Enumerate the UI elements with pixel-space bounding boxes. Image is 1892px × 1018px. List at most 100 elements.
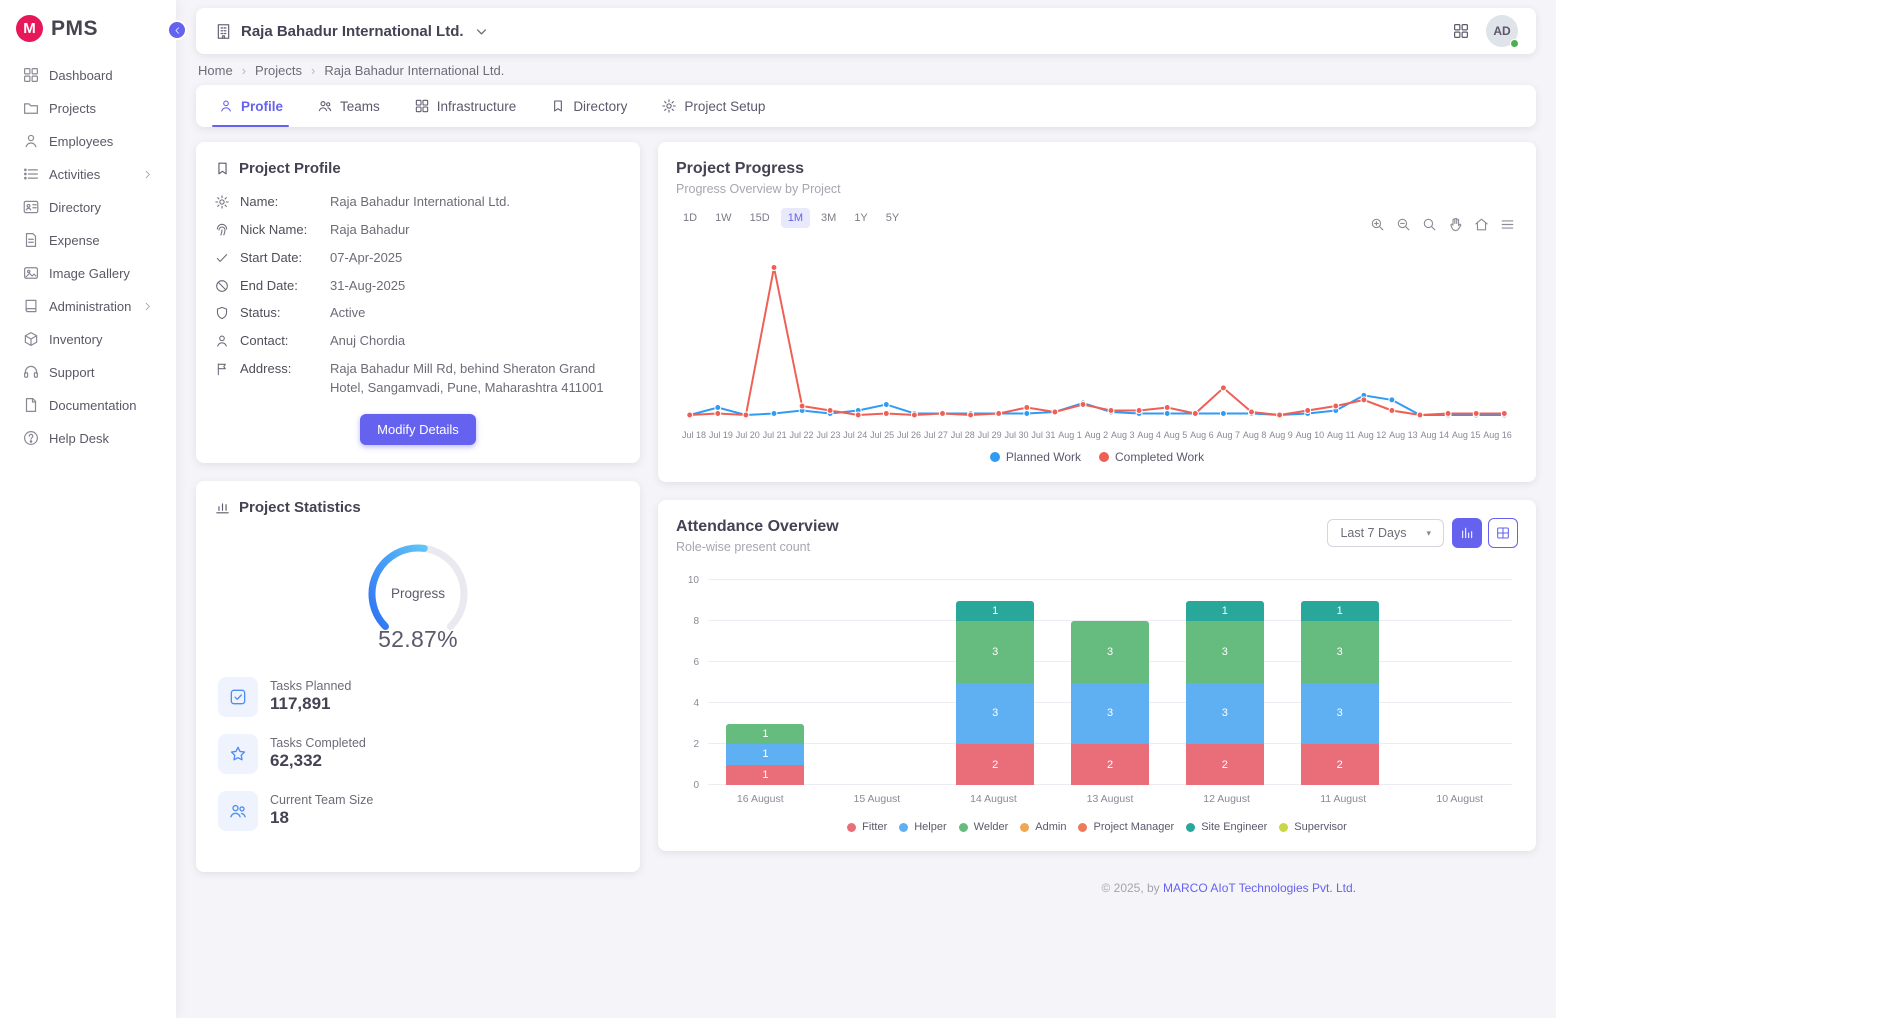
- directory-icon: [22, 198, 40, 216]
- field-value: Raja Bahadur International Ltd.: [330, 193, 510, 212]
- legend-fitter[interactable]: Fitter: [847, 821, 887, 833]
- bar-segment-fitter: 1: [726, 765, 804, 786]
- legend-label: Welder: [974, 821, 1009, 833]
- period-select[interactable]: Last 7 Days ▾: [1327, 519, 1444, 547]
- legend-project-manager[interactable]: Project Manager: [1078, 821, 1174, 833]
- attendance-card-subtitle: Role-wise present count: [676, 540, 839, 554]
- field-value: Raja Bahadur Mill Rd, behind Sheraton Gr…: [330, 360, 622, 398]
- apps-icon[interactable]: [1452, 22, 1470, 40]
- range-1w[interactable]: 1W: [708, 208, 739, 228]
- legend-dot: [1279, 823, 1288, 832]
- bar-15-august[interactable]: [823, 580, 938, 785]
- sidebar-item-activities[interactable]: Activities: [6, 158, 170, 190]
- x-tick-label: Jul 22: [790, 430, 814, 440]
- bar-14-august[interactable]: 2331: [938, 580, 1053, 785]
- modify-details-button[interactable]: Modify Details: [360, 414, 476, 445]
- tab-label: Directory: [573, 99, 627, 114]
- field-label: End Date:: [240, 277, 320, 296]
- bar-12-august[interactable]: 2331: [1167, 580, 1282, 785]
- bar-segment-welder: 3: [1186, 621, 1264, 683]
- legend-site-engineer[interactable]: Site Engineer: [1186, 821, 1267, 833]
- project-statistics-card: Project Statistics Progress 52.87% Tasks…: [196, 481, 640, 872]
- attendance-legend: Fitter Helper Welder Admin Project Manager Si…: [676, 821, 1518, 833]
- x-tick-label: Aug 9: [1269, 430, 1293, 440]
- support-icon: [22, 363, 40, 381]
- range-1m[interactable]: 1M: [781, 208, 810, 228]
- x-tick-label: 10 August: [1401, 793, 1518, 805]
- topbar: Raja Bahadur International Ltd. AD: [196, 8, 1536, 54]
- legend-completed-work[interactable]: Completed Work: [1099, 450, 1204, 464]
- progress-line-chart[interactable]: [676, 248, 1518, 428]
- legend-helper[interactable]: Helper: [899, 821, 946, 833]
- legend-admin[interactable]: Admin: [1020, 821, 1066, 833]
- flag-icon: [214, 361, 230, 377]
- sidebar-item-help-desk[interactable]: Help Desk: [6, 422, 170, 454]
- range-15d[interactable]: 15D: [743, 208, 777, 228]
- sidebar-item-employees[interactable]: Employees: [6, 125, 170, 157]
- range-5y[interactable]: 5Y: [879, 208, 906, 228]
- avatar[interactable]: AD: [1486, 15, 1518, 47]
- bar-segment-helper: 3: [1071, 683, 1149, 745]
- tab-project-setup[interactable]: Project Setup: [647, 85, 779, 127]
- zoom-in-icon[interactable]: [1369, 216, 1386, 233]
- tab-infrastructure[interactable]: Infrastructure: [400, 85, 531, 127]
- sidebar-item-directory[interactable]: Directory: [6, 191, 170, 223]
- bar-chart-view-toggle[interactable]: [1452, 518, 1482, 548]
- legend-welder[interactable]: Welder: [959, 821, 1009, 833]
- sidebar-collapse-button[interactable]: [167, 20, 187, 40]
- range-1y[interactable]: 1Y: [847, 208, 874, 228]
- range-3m[interactable]: 3M: [814, 208, 843, 228]
- sidebar-item-projects[interactable]: Projects: [6, 92, 170, 124]
- check-square-icon: [218, 677, 258, 717]
- legend-supervisor[interactable]: Supervisor: [1279, 821, 1347, 833]
- zoom-out-icon[interactable]: [1395, 216, 1412, 233]
- y-tick-label: 4: [693, 698, 699, 709]
- tab-directory[interactable]: Directory: [536, 85, 641, 127]
- x-tick-label: Jul 23: [816, 430, 840, 440]
- pan-icon[interactable]: [1447, 216, 1464, 233]
- range-1d[interactable]: 1D: [676, 208, 704, 228]
- bar-16-august[interactable]: 111: [708, 580, 823, 785]
- stat-tasks-planned: Tasks Planned117,891: [218, 677, 618, 717]
- chevron-left-icon: [172, 25, 183, 36]
- sidebar-item-administration[interactable]: Administration: [6, 290, 170, 322]
- sidebar-item-documentation[interactable]: Documentation: [6, 389, 170, 421]
- tab-label: Project Setup: [684, 99, 765, 114]
- breadcrumb-item-home[interactable]: Home: [198, 63, 233, 78]
- selection-zoom-icon[interactable]: [1421, 216, 1438, 233]
- tab-teams[interactable]: Teams: [303, 85, 394, 127]
- x-tick-label: 13 August: [1052, 793, 1169, 805]
- legend-planned-work[interactable]: Planned Work: [990, 450, 1081, 464]
- sidebar-item-label: Employees: [49, 134, 113, 149]
- bar-segment-welder: 3: [1071, 621, 1149, 683]
- sidebar-item-inventory[interactable]: Inventory: [6, 323, 170, 355]
- sidebar-item-expense[interactable]: Expense: [6, 224, 170, 256]
- bookmark-icon: [550, 98, 566, 114]
- hamburger-icon[interactable]: [1499, 216, 1516, 233]
- footer-link[interactable]: MARCO AIoT Technologies Pvt. Ltd.: [1163, 881, 1356, 895]
- legend-dot: [959, 823, 968, 832]
- tab-profile[interactable]: Profile: [204, 85, 297, 127]
- legend-label: Project Manager: [1093, 821, 1174, 833]
- breadcrumb: Home›Projects›Raja Bahadur International…: [198, 63, 1534, 78]
- bar-11-august[interactable]: 2331: [1282, 580, 1397, 785]
- x-tick-label: Aug 1: [1058, 430, 1082, 440]
- x-tick-label: Aug 8: [1243, 430, 1267, 440]
- table-view-toggle[interactable]: [1488, 518, 1518, 548]
- sidebar-item-support[interactable]: Support: [6, 356, 170, 388]
- sidebar-item-label: Projects: [49, 101, 96, 116]
- y-tick-label: 2: [693, 739, 699, 750]
- sidebar-item-dashboard[interactable]: Dashboard: [6, 59, 170, 91]
- brand[interactable]: M PMS: [0, 0, 176, 54]
- home-icon[interactable]: [1473, 216, 1490, 233]
- grid-icon: [414, 98, 430, 114]
- bar-segment-fitter: 2: [1301, 744, 1379, 785]
- tab-label: Teams: [340, 99, 380, 114]
- company-selector[interactable]: Raja Bahadur International Ltd.: [214, 22, 491, 41]
- field-label: Contact:: [240, 332, 320, 351]
- projects-icon: [22, 99, 40, 117]
- bar-10-august[interactable]: [1397, 580, 1512, 785]
- breadcrumb-item-projects[interactable]: Projects: [255, 63, 302, 78]
- bar-13-august[interactable]: 233: [1053, 580, 1168, 785]
- sidebar-item-image-gallery[interactable]: Image Gallery: [6, 257, 170, 289]
